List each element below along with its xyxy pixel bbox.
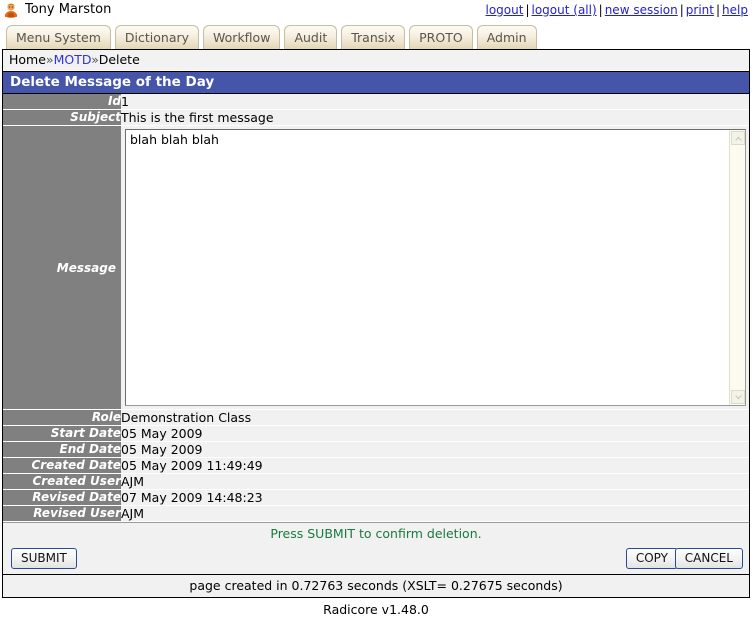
breadcrumb-current: Delete	[99, 52, 140, 67]
link-separator: |	[714, 3, 722, 17]
table-row: Revised User AJM	[3, 506, 749, 522]
message-textarea-text: blah blah blah	[126, 130, 745, 149]
tab-audit[interactable]: Audit	[284, 25, 337, 49]
logout-all-link[interactable]: logout (all)	[532, 3, 597, 17]
tab-transix[interactable]: Transix	[341, 25, 405, 49]
field-label-revised-user: Revised User	[3, 506, 121, 522]
field-label-start-date: Start Date	[3, 426, 121, 442]
field-label-message: Message	[3, 126, 121, 410]
chevron-up-icon[interactable]	[731, 131, 745, 145]
tab-workflow[interactable]: Workflow	[203, 25, 280, 49]
table-row: Start Date 05 May 2009	[3, 426, 749, 442]
user-avatar-icon	[3, 2, 19, 18]
tab-dictionary[interactable]: Dictionary	[115, 25, 199, 49]
page-timing-status: page created in 0.72763 seconds (XSLT= 0…	[3, 575, 749, 598]
app-header: Tony Marston logout|logout (all)|new ses…	[0, 0, 752, 21]
user-name-label: Tony Marston	[25, 2, 111, 18]
field-label-subject: Subject	[3, 110, 121, 126]
tab-menu-system[interactable]: Menu System	[6, 25, 111, 49]
field-value-subject: This is the first message	[121, 110, 749, 126]
link-separator: |	[523, 3, 531, 17]
field-value-revised-user: AJM	[121, 506, 749, 522]
breadcrumb-separator: »	[91, 52, 98, 67]
breadcrumb-home: Home	[9, 52, 46, 67]
breadcrumb-motd-link[interactable]: MOTD	[54, 52, 92, 67]
logout-link[interactable]: logout	[486, 3, 524, 17]
action-button-bar: SUBMIT COPY CANCEL	[3, 544, 749, 575]
copy-button[interactable]: COPY	[626, 548, 678, 569]
field-label-created-user: Created User	[3, 474, 121, 490]
field-value-created-user: AJM	[121, 474, 749, 490]
field-value-role: Demonstration Class	[121, 410, 749, 426]
help-link[interactable]: help	[722, 3, 748, 17]
field-value-start-date: 05 May 2009	[121, 426, 749, 442]
link-separator: |	[678, 3, 686, 17]
table-row: Revised Date 07 May 2009 14:48:23	[3, 490, 749, 506]
field-value-end-date: 05 May 2009	[121, 442, 749, 458]
tab-admin[interactable]: Admin	[477, 25, 537, 49]
app-version-footer: Radicore v1.48.0	[0, 598, 752, 617]
page-title: Delete Message of the Day	[3, 71, 749, 94]
table-row: Created Date 05 May 2009 11:49:49	[3, 458, 749, 474]
new-session-link[interactable]: new session	[605, 3, 678, 17]
table-row: Subject This is the first message	[3, 110, 749, 126]
field-label-created-date: Created Date	[3, 458, 121, 474]
table-row: Message blah blah blah	[3, 126, 749, 410]
record-detail-table: Id 1 Subject This is the first message M…	[3, 94, 749, 522]
submit-button[interactable]: SUBMIT	[11, 548, 77, 569]
table-row: Created User AJM	[3, 474, 749, 490]
link-separator: |	[597, 3, 605, 17]
field-value-revised-date: 07 May 2009 14:48:23	[121, 490, 749, 506]
table-row: End Date 05 May 2009	[3, 442, 749, 458]
field-label-revised-date: Revised Date	[3, 490, 121, 506]
breadcrumb-separator: »	[46, 52, 54, 67]
field-label-role: Role	[3, 410, 121, 426]
breadcrumb: Home»MOTD»Delete	[3, 50, 749, 71]
main-navigation-tabs: Menu SystemDictionaryWorkflowAuditTransi…	[0, 21, 752, 49]
message-scrollbar[interactable]	[729, 130, 745, 405]
page-container: Home»MOTD»Delete Delete Message of the D…	[2, 49, 750, 598]
field-label-id: Id	[3, 94, 121, 110]
current-user: Tony Marston	[3, 2, 111, 18]
field-value-id: 1	[121, 94, 749, 110]
field-label-end-date: End Date	[3, 442, 121, 458]
table-row: Id 1	[3, 94, 749, 110]
field-value-message: blah blah blah	[121, 126, 749, 410]
message-textarea[interactable]: blah blah blah	[125, 129, 746, 406]
print-link[interactable]: print	[686, 3, 714, 17]
cancel-button[interactable]: CANCEL	[675, 548, 743, 569]
chevron-down-icon[interactable]	[731, 390, 745, 404]
confirmation-message: Press SUBMIT to confirm deletion.	[3, 522, 749, 544]
table-row: Role Demonstration Class	[3, 410, 749, 426]
header-links: logout|logout (all)|new session|print|he…	[486, 3, 749, 17]
tab-proto[interactable]: PROTO	[409, 25, 473, 49]
field-value-created-date: 05 May 2009 11:49:49	[121, 458, 749, 474]
